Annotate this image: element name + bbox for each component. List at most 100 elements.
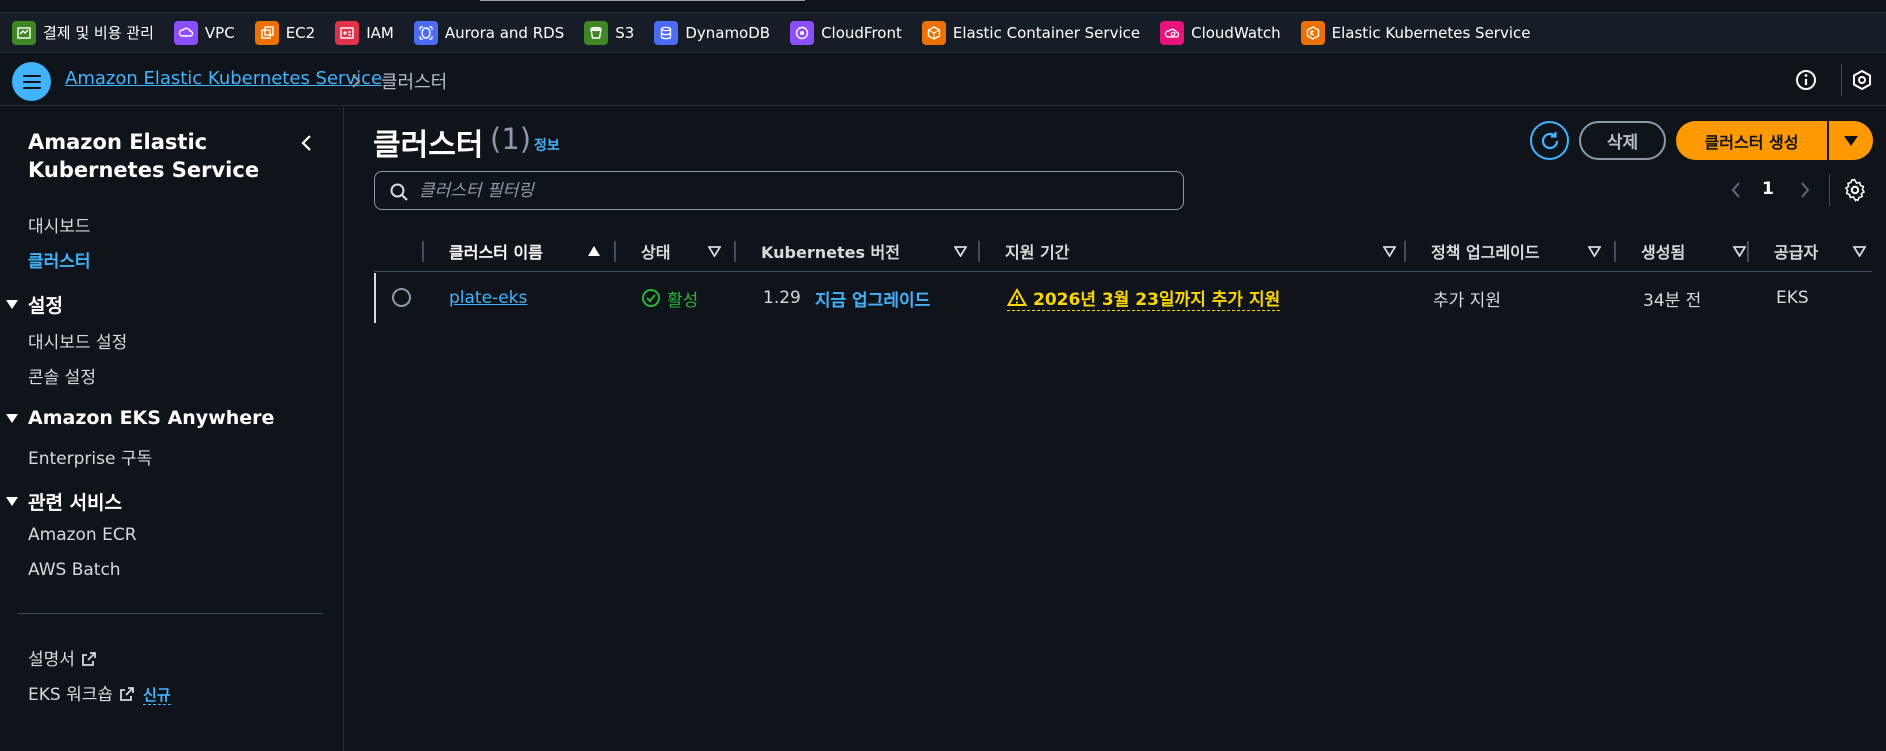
favorite-ec2[interactable]: EC2: [254, 13, 315, 53]
sidebar-item-documentation[interactable]: 설명서: [28, 645, 97, 670]
favorite-cloudwatch[interactable]: CloudWatch: [1160, 13, 1281, 53]
sidebar-section-related-services[interactable]: 관련 서비스: [6, 488, 122, 515]
create-cluster-button[interactable]: 클러스터 생성: [1676, 121, 1827, 160]
caret-down-icon: [1844, 135, 1858, 146]
iam-icon: [335, 20, 360, 45]
refresh-button[interactable]: [1530, 121, 1569, 160]
favorite-dynamodb[interactable]: DynamoDB: [654, 13, 770, 53]
settings-hex-icon[interactable]: [1850, 68, 1874, 92]
favorite-label: VPC: [204, 23, 235, 42]
current-page[interactable]: 1: [1762, 179, 1774, 199]
column-header-provider[interactable]: 공급자: [1774, 230, 1866, 272]
sidebar-item-clusters[interactable]: 클러스터: [28, 247, 91, 272]
column-divider: [1614, 241, 1616, 262]
cell-cluster-name: plate-eks: [449, 273, 527, 323]
favorite-eks[interactable]: Elastic Kubernetes Service: [1300, 13, 1531, 53]
column-header-cluster-name[interactable]: 클러스터 이름: [449, 230, 609, 272]
cluster-name-link[interactable]: plate-eks: [449, 288, 527, 308]
table-preferences-gear-icon[interactable]: [1843, 178, 1867, 202]
favorite-vpc[interactable]: VPC: [173, 13, 235, 53]
favorite-cloudfront[interactable]: CloudFront: [790, 13, 902, 53]
scroll-indicator: [480, 0, 805, 1]
column-label: 생성됨: [1641, 243, 1686, 262]
sidebar-item-dashboard-settings[interactable]: 대시보드 설정: [28, 328, 127, 353]
search-icon: [390, 183, 408, 201]
ecs-icon: [921, 20, 946, 45]
column-label: Kubernetes 버전: [761, 243, 900, 262]
cell-support-period: 2026년 3월 23일까지 추가 지원: [1007, 273, 1281, 323]
sidebar-item-workshop[interactable]: EKS 워크숍 신규: [28, 680, 171, 705]
column-header-k8s-version[interactable]: Kubernetes 버전: [761, 230, 967, 272]
sidebar-item-enterprise-subscription[interactable]: Enterprise 구독: [28, 444, 152, 469]
billing-icon: [12, 20, 36, 45]
caret-down-icon: [6, 300, 18, 309]
sidebar-title: Amazon Elastic Kubernetes Service: [28, 130, 260, 182]
browser-top-strip: [0, 0, 1886, 13]
next-page-icon[interactable]: [1796, 178, 1814, 202]
sidebar-section-settings[interactable]: 설정: [6, 291, 63, 318]
filter-input[interactable]: [419, 172, 1169, 209]
column-divider: [614, 241, 616, 262]
previous-page-icon[interactable]: [1727, 178, 1745, 202]
page-title: 클러스터: [373, 128, 484, 163]
sidebar-item-ecr[interactable]: Amazon ECR: [28, 525, 137, 545]
sort-icon: [708, 246, 721, 257]
favorite-label: S3: [615, 23, 635, 42]
warning-icon: [1007, 288, 1027, 306]
delete-button[interactable]: 삭제: [1579, 121, 1666, 160]
cell-k8s-version: 1.29 지금 업그레이드: [763, 273, 930, 323]
check-circle-icon: [642, 289, 660, 307]
cluster-filter: [374, 171, 1184, 210]
breadcrumb-root-link[interactable]: Amazon Elastic Kubernetes Service: [65, 68, 382, 89]
breadcrumb-current: 클러스터: [381, 72, 448, 93]
column-header-status[interactable]: 상태: [641, 230, 721, 272]
column-label: 상태: [641, 243, 671, 262]
refresh-icon: [1541, 131, 1558, 149]
external-link-icon: [82, 652, 96, 666]
sort-ascending-icon: [588, 246, 600, 256]
favorite-label: Aurora and RDS: [444, 23, 565, 42]
favorite-rds[interactable]: Aurora and RDS: [413, 13, 565, 53]
sidebar-item-dashboard[interactable]: 대시보드: [28, 212, 91, 237]
sidebar-divider: [18, 613, 323, 614]
column-header-policy-upgrade[interactable]: 정책 업그레이드: [1431, 230, 1601, 272]
favorite-ecs[interactable]: Elastic Container Service: [921, 13, 1140, 53]
favorite-billing[interactable]: 결제 및 비용 관리: [12, 13, 154, 53]
hamburger-menu-button[interactable]: [12, 62, 51, 101]
column-header-created[interactable]: 생성됨: [1641, 230, 1746, 272]
row-select-radio[interactable]: [392, 288, 411, 307]
eks-icon: [1300, 20, 1325, 45]
column-divider: [1747, 241, 1749, 262]
favorite-label: CloudWatch: [1191, 23, 1281, 42]
create-cluster-dropdown-button[interactable]: [1829, 121, 1873, 160]
cloudfront-icon: [790, 20, 815, 45]
upgrade-now-link[interactable]: 지금 업그레이드: [815, 286, 930, 311]
rds-icon: [413, 20, 438, 45]
sidebar-item-batch[interactable]: AWS Batch: [28, 560, 121, 580]
chevron-right-icon: [352, 74, 361, 88]
support-period-popover[interactable]: 2026년 3월 23일까지 추가 지원: [1007, 285, 1281, 311]
caret-down-icon: [6, 413, 18, 423]
section-title: 관련 서비스: [28, 492, 123, 514]
status-text: 활성: [667, 290, 699, 311]
cloudwatch-icon: [1160, 20, 1185, 45]
cell-created: 34분 전: [1643, 290, 1702, 311]
vpc-icon: [173, 20, 198, 45]
info-icon[interactable]: [1794, 68, 1818, 92]
new-badge: 신규: [143, 686, 171, 705]
favorite-s3[interactable]: S3: [584, 13, 634, 53]
s3-icon: [584, 20, 609, 45]
menu-icon: [22, 80, 41, 83]
favorite-iam[interactable]: IAM: [335, 13, 394, 53]
column-divider: [422, 241, 424, 262]
side-navigation: Amazon Elastic Kubernetes Service 대시보드 클…: [0, 106, 344, 751]
column-label: 정책 업그레이드: [1431, 243, 1540, 262]
info-link[interactable]: 정보: [534, 135, 560, 155]
favorite-label: 결제 및 비용 관리: [43, 24, 154, 42]
support-text: 2026년 3월 23일까지 추가 지원: [1033, 290, 1281, 310]
favorites-bar: 결제 및 비용 관리 VPC EC2 IAM Aurora and RDS S3…: [0, 13, 1886, 53]
sidebar-item-console-settings[interactable]: 콘솔 설정: [28, 363, 96, 388]
sidebar-section-eks-anywhere[interactable]: Amazon EKS Anywhere: [6, 407, 274, 429]
column-header-support-period[interactable]: 지원 기간: [1005, 230, 1396, 272]
collapse-sidebar-icon[interactable]: [296, 132, 318, 154]
